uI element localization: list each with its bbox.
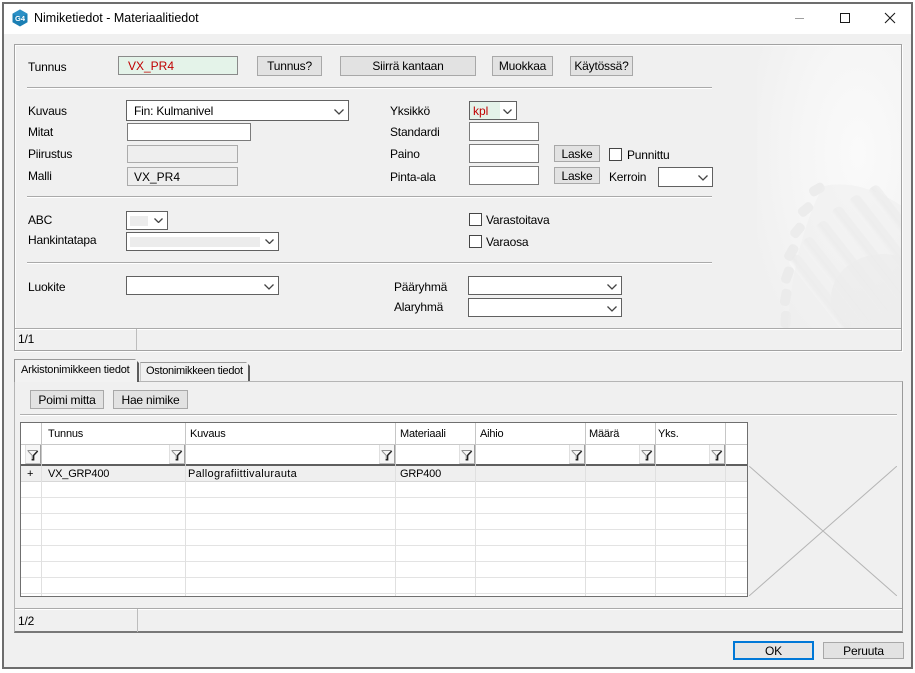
svg-text:G4: G4 bbox=[15, 14, 26, 23]
